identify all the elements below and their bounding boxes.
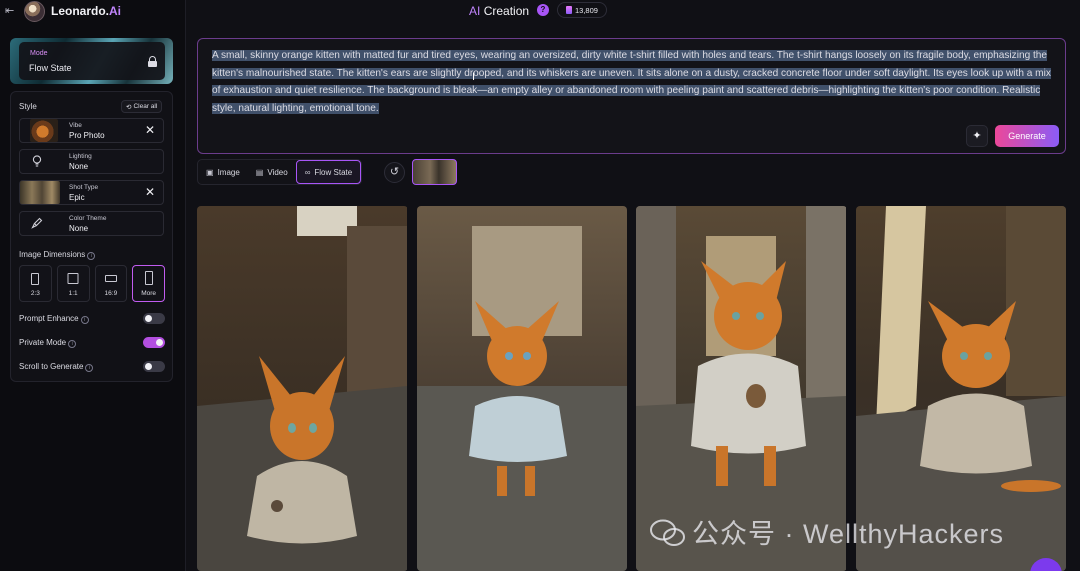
- kitten-image: [197, 206, 407, 571]
- tall-shape-icon: [144, 271, 153, 285]
- dimension-label: 1:1: [68, 290, 78, 297]
- color-theme-label: Color Theme: [69, 215, 107, 222]
- lock-icon: [148, 56, 157, 67]
- creation-tabs: ▣ Image ▤ Video ∞ Flow State: [197, 159, 363, 185]
- generate-button[interactable]: Generate: [995, 125, 1059, 147]
- prompt-box: A small, skinny orange kitten with matte…: [197, 38, 1066, 154]
- mode-card-inner: Mode Flow State: [19, 42, 165, 80]
- dimension-16-9[interactable]: 16:9: [94, 265, 128, 302]
- dimension-2-3[interactable]: 2:3: [19, 265, 52, 302]
- shot-type-thumbnail: [20, 181, 60, 204]
- tab-flow-state[interactable]: ∞ Flow State: [295, 160, 362, 184]
- mode-value: Flow State: [29, 63, 72, 73]
- dimension-options: 2:3 1:1 16:9 More: [19, 265, 165, 302]
- info-icon[interactable]: i: [85, 364, 94, 372]
- help-icon[interactable]: ?: [537, 4, 549, 16]
- lighting-value: None: [69, 162, 89, 171]
- private-mode-row: Private Mode i: [19, 336, 165, 350]
- style-option-color-theme[interactable]: Color Theme None: [19, 211, 164, 236]
- kitten-image: [416, 206, 627, 571]
- prompt-enhance-row: Prompt Enhance i: [19, 312, 165, 326]
- prompt-input[interactable]: A small, skinny orange kitten with matte…: [212, 47, 1052, 117]
- dimension-1-1[interactable]: 1:1: [56, 265, 90, 302]
- private-mode-label: Private Mode i: [19, 338, 77, 348]
- info-icon[interactable]: i: [68, 340, 77, 348]
- style-option-lighting[interactable]: Lighting None: [19, 149, 164, 174]
- brand-name: Leonardo.Ai: [51, 4, 122, 18]
- style-title: Style: [19, 102, 37, 111]
- leonardo-logo[interactable]: [24, 0, 45, 22]
- dimension-more[interactable]: More: [132, 265, 165, 302]
- vibe-thumbnail: [30, 119, 58, 142]
- generated-image[interactable]: [416, 206, 628, 571]
- lighting-label: Lighting: [69, 153, 92, 160]
- clear-icon: ⟲: [126, 103, 132, 111]
- scroll-to-generate-row: Scroll to Generate i: [19, 360, 165, 374]
- prompt-text: A small, skinny orange kitten with matte…: [212, 50, 1051, 114]
- color-theme-value: None: [69, 224, 89, 233]
- sidebar: ⇤ Leonardo.Ai Mode Flow State Style ⟲ Cle…: [0, 0, 186, 571]
- reference-image-thumbnail[interactable]: [412, 159, 457, 185]
- clear-all-label: Clear all: [133, 103, 158, 110]
- dimension-label: More: [141, 290, 157, 297]
- brand-bar: ⇤ Leonardo.Ai: [0, 0, 186, 22]
- shot-type-label: Shot Type: [69, 184, 99, 191]
- scroll-to-generate-label: Scroll to Generate i: [19, 362, 94, 372]
- shot-type-value: Epic: [69, 193, 85, 202]
- watermark-text: 公众号 · WellthyHackers: [692, 519, 1005, 549]
- reset-button[interactable]: ↺: [384, 162, 405, 183]
- bulb-icon: [30, 154, 44, 168]
- token-icon: [566, 6, 572, 14]
- watermark: 公众号 · WellthyHackers: [650, 512, 1004, 551]
- dimension-label: 2:3: [30, 290, 40, 297]
- tab-flow-state-label: Flow State: [314, 167, 353, 177]
- top-bar: AI Creation ? 13,809: [187, 0, 1080, 24]
- wechat-icon: [650, 519, 685, 546]
- video-icon: ▤: [255, 167, 264, 177]
- image-icon: ▣: [206, 167, 214, 177]
- vibe-label: Vibe: [69, 122, 82, 129]
- square-shape-icon: [67, 273, 79, 284]
- mode-selector[interactable]: Mode Flow State: [10, 38, 173, 84]
- remove-shot-type-icon[interactable]: ✕: [145, 186, 155, 198]
- sparkle-icon: ✦: [972, 130, 982, 142]
- mode-label: Mode: [30, 50, 48, 57]
- token-count: 13,809: [575, 5, 598, 15]
- generated-image[interactable]: [197, 206, 408, 571]
- landscape-shape-icon: [104, 275, 117, 282]
- improve-prompt-button[interactable]: ✦: [966, 125, 988, 147]
- info-icon[interactable]: i: [87, 252, 96, 260]
- tab-video-label: Video: [267, 167, 288, 177]
- refresh-icon: ↺: [389, 166, 400, 178]
- style-panel: Style ⟲ Clear all Vibe Pro Photo ✕ Lighti…: [10, 91, 173, 382]
- remove-vibe-icon[interactable]: ✕: [145, 124, 155, 136]
- app-root: ⇤ Leonardo.Ai Mode Flow State Style ⟲ Cle…: [0, 0, 1080, 571]
- scroll-to-generate-toggle[interactable]: [143, 361, 165, 372]
- clear-all-button[interactable]: ⟲ Clear all: [121, 100, 163, 113]
- tab-image[interactable]: ▣ Image: [198, 160, 248, 184]
- dimension-label: 16:9: [104, 290, 118, 297]
- text-cursor-icon: I: [472, 71, 476, 83]
- infinity-icon: ∞: [304, 167, 311, 177]
- info-icon[interactable]: i: [80, 316, 89, 324]
- page-title: AI Creation: [469, 4, 530, 18]
- style-option-shot-type[interactable]: Shot Type Epic ✕: [19, 180, 164, 205]
- style-option-vibe[interactable]: Vibe Pro Photo ✕: [19, 118, 164, 143]
- private-mode-toggle[interactable]: [143, 337, 165, 348]
- paint-icon: [30, 216, 44, 230]
- tab-video[interactable]: ▤ Video: [248, 160, 296, 184]
- tab-image-label: Image: [217, 167, 240, 177]
- prompt-enhance-label: Prompt Enhance i: [19, 314, 89, 324]
- image-dimensions-title: Image Dimensions i: [19, 250, 96, 260]
- token-balance[interactable]: 13,809: [557, 2, 607, 18]
- collapse-sidebar-icon[interactable]: ⇤: [5, 5, 19, 17]
- vibe-value: Pro Photo: [69, 131, 105, 140]
- prompt-enhance-toggle[interactable]: [143, 313, 165, 324]
- portrait-shape-icon: [31, 273, 40, 285]
